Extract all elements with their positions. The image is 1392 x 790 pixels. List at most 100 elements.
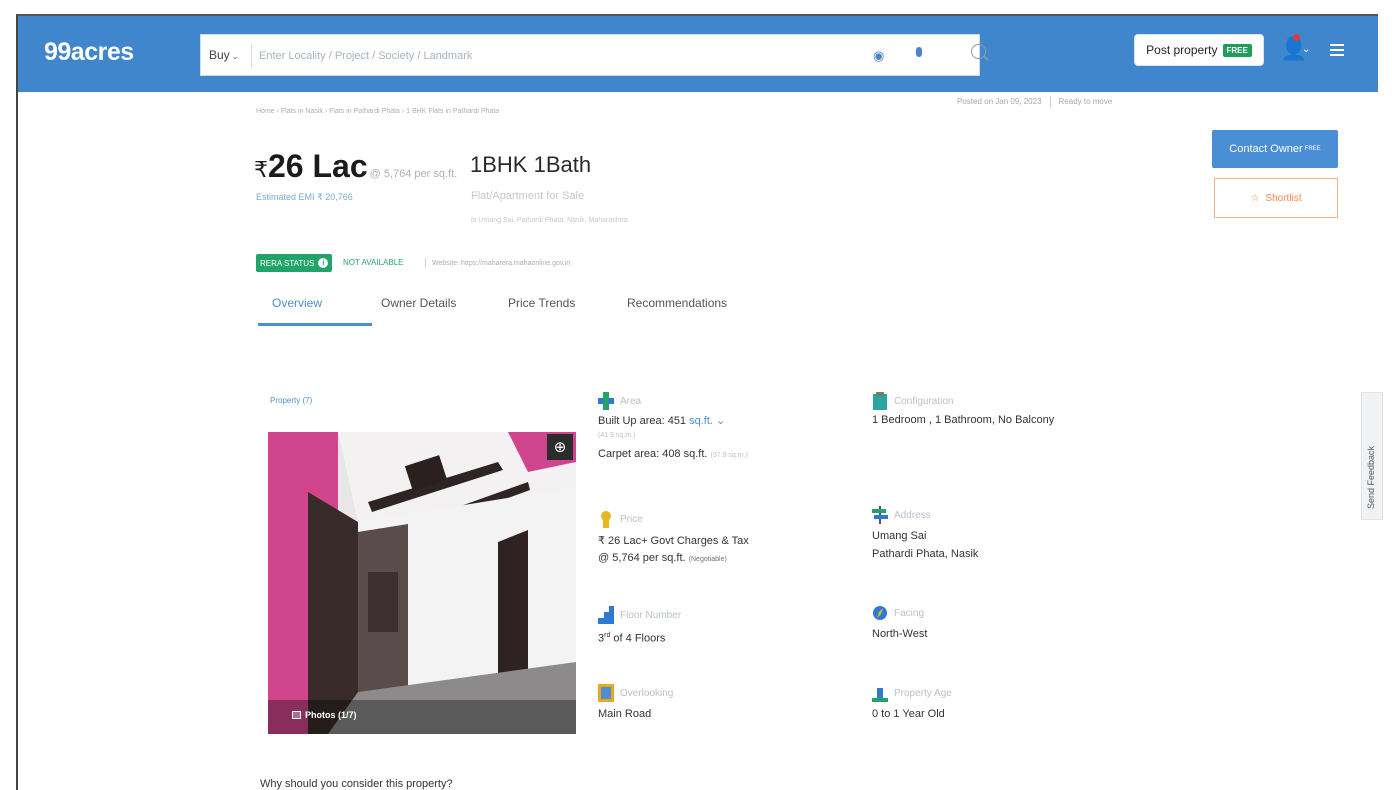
chevron-down-icon[interactable]: ⌄	[1302, 44, 1310, 55]
search-icon[interactable]	[971, 44, 991, 66]
ready-status: Ready to move	[1058, 97, 1113, 107]
overlooking-detail: Overlooking Main Road	[598, 684, 838, 734]
built-up-area: Built Up area: 451 sq.ft. ⌄	[598, 414, 725, 427]
tab-price-trends[interactable]: Price Trends	[508, 296, 575, 310]
free-superscript: FREE	[1304, 146, 1321, 152]
breadcrumb[interactable]: Home › Flats in Nasik › Flats in Pathard…	[256, 108, 499, 115]
built-up-area-text: Built Up area: 451	[598, 415, 687, 427]
configuration-value: 1 Bedroom , 1 Bathroom, No Balcony	[872, 414, 1055, 426]
built-up-sqm: (41.9 sq.m.)	[598, 432, 636, 439]
search-divider	[251, 45, 252, 67]
floor-value: 3rd of 4 Floors	[598, 632, 665, 645]
property-age-value: 0 to 1 Year Old	[872, 708, 945, 720]
configuration-label: Configuration	[894, 396, 954, 407]
price-per-sqft: @ 5,764 per sq.ft.	[369, 168, 458, 180]
contact-owner-button[interactable]: Contact Owner FREE	[1212, 130, 1338, 168]
emi-link[interactable]: Estimated EMI ₹ 20,766	[256, 192, 353, 203]
configuration-detail: Configuration 1 Bedroom , 1 Bathroom, No…	[872, 392, 1132, 432]
photos-count-badge[interactable]: Photos (1/7)	[292, 710, 357, 720]
address-line-2: Pathardi Phata, Nasik	[872, 548, 979, 560]
price-value: 26 Lac	[268, 148, 368, 184]
site-logo[interactable]: 99acres	[44, 38, 134, 67]
price-detail: Price ₹ 26 Lac+ Govt Charges & Tax @ 5,7…	[598, 510, 838, 570]
listing-locality: in Umang Sai, Pathardi Phata, Nasik, Mah…	[471, 217, 628, 224]
area-unit-label: sq.ft.	[689, 415, 713, 427]
area-icon	[598, 392, 614, 410]
price-per-text: @ 5,764 per sq.ft.	[598, 552, 686, 564]
post-property-label: Post property	[1146, 43, 1218, 57]
tab-recommendations[interactable]: Recommendations	[627, 296, 727, 310]
price-value-detail: ₹ 26 Lac+ Govt Charges & Tax	[598, 535, 749, 547]
overlooking-value: Main Road	[598, 708, 652, 720]
rera-label: RERA STATUS	[260, 258, 315, 268]
rupee-symbol: ₹	[254, 157, 268, 182]
price-tag-icon	[601, 511, 611, 528]
posted-date: Posted on Jan 09, 2023	[957, 97, 1042, 107]
floor-label: Floor Number	[620, 610, 682, 621]
active-tab-indicator	[258, 323, 372, 326]
rera-status-value: NOT AVAILABLE	[343, 258, 404, 267]
tab-owner-details[interactable]: Owner Details	[381, 296, 456, 310]
send-feedback-tab[interactable]: Send Feedback	[1361, 392, 1383, 520]
shortlist-button[interactable]: ☆ Shortlist	[1214, 178, 1338, 218]
location-icon[interactable]: ◉	[873, 48, 884, 64]
price-heading: ₹26 Lac @ 5,764 per sq.ft.	[254, 148, 457, 185]
floor-stairs-icon	[598, 606, 614, 624]
carpet-area-text: Carpet area: 408 sq.ft.	[598, 448, 708, 460]
area-detail: Area Built Up area: 451 sq.ft. ⌄ (41.9 s…	[598, 392, 838, 472]
property-photos-label: Property (7)	[270, 396, 313, 405]
chevron-down-icon: ⌄	[231, 52, 239, 61]
zoom-in-icon[interactable]: ⊕	[547, 434, 573, 460]
signpost-icon	[872, 506, 888, 524]
property-age-detail: Property Age 0 to 1 Year Old	[872, 684, 1132, 734]
photos-count-label: Photos (1/7)	[305, 710, 357, 720]
facing-value: North-West	[872, 628, 928, 640]
area-label: Area	[620, 396, 642, 407]
why-consider-heading: Why should you consider this property?	[260, 778, 453, 790]
contact-owner-label: Contact Owner	[1229, 143, 1303, 155]
price-per-detail: @ 5,764 per sq.ft. (Negotiable)	[598, 552, 727, 564]
send-feedback-label: Send Feedback	[1366, 445, 1376, 509]
configuration-icon	[873, 392, 887, 410]
negotiable-tag: (Negotiable)	[688, 556, 727, 563]
free-badge: FREE	[1222, 43, 1252, 57]
search-input[interactable]	[259, 44, 799, 68]
posted-info: Posted on Jan 09, 2023 Ready to move	[957, 96, 1112, 108]
microphone-icon[interactable]	[914, 45, 924, 63]
floor-total: of 4 Floors	[613, 632, 666, 645]
area-unit-dropdown[interactable]: sq.ft. ⌄	[689, 415, 725, 427]
search-bar: Buy⌄ ◉	[200, 34, 986, 76]
info-icon: i	[318, 258, 329, 268]
rera-status-badge[interactable]: RERA STATUS i	[256, 254, 333, 272]
room-photo-illustration	[268, 432, 576, 734]
floor-detail: Floor Number 3rd of 4 Floors	[598, 606, 838, 656]
carpet-sqm: (37.9 sq.m.)	[710, 452, 748, 459]
compass-icon	[873, 606, 887, 620]
rera-website-text: Website: https://maharera.mahaonline.gov…	[432, 259, 571, 267]
property-photo[interactable]	[268, 432, 576, 734]
facing-detail: Facing North-West	[872, 604, 1132, 654]
listing-title: 1BHK 1Bath	[470, 152, 592, 177]
notification-dot	[1293, 34, 1300, 41]
hamburger-menu-icon[interactable]	[1330, 44, 1344, 56]
address-line-1: Umang Sai	[872, 530, 927, 542]
building-age-icon	[872, 688, 888, 702]
buy-dropdown-label: Buy	[209, 48, 230, 62]
window-icon	[598, 684, 614, 702]
listing-type: Flat/Apartment for Sale	[471, 190, 585, 202]
image-icon	[292, 711, 301, 719]
property-age-label: Property Age	[894, 688, 952, 699]
price-label: Price	[620, 514, 643, 525]
rera-website[interactable]: Website: https://maharera.mahaonline.gov…	[425, 258, 570, 268]
shortlist-label: Shortlist	[1265, 192, 1302, 204]
facing-label: Facing	[894, 608, 925, 619]
buy-dropdown[interactable]: Buy ⌄	[209, 48, 238, 62]
address-label: Address	[894, 510, 931, 521]
carpet-area: Carpet area: 408 sq.ft. (37.9 sq.m.)	[598, 448, 748, 460]
post-property-button[interactable]: Post property FREE	[1134, 34, 1264, 66]
tab-overview[interactable]: Overview	[272, 296, 322, 310]
overlooking-label: Overlooking	[620, 688, 674, 699]
address-detail: Address Umang Sai Pathardi Phata, Nasik	[872, 506, 1132, 566]
floor-ordinal: rd	[604, 632, 611, 639]
top-navbar: 99acres Buy⌄ ◉ Post property FREE 👤 ⌄	[18, 16, 1378, 92]
